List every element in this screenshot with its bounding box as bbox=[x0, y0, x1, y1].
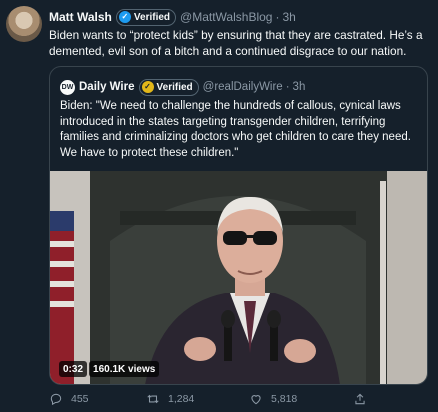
reply-button[interactable]: 455 bbox=[49, 392, 89, 406]
video-views: 160.1K views bbox=[89, 361, 160, 377]
tweet-header: Matt Walsh ✓ Verified @MattWalshBlog · 3… bbox=[49, 8, 296, 26]
verified-check-icon: ✓ bbox=[141, 81, 154, 93]
quoted-tweet[interactable]: DW Daily Wire ✓ Verified @realDailyWire … bbox=[49, 66, 428, 385]
verified-badge[interactable]: ✓ Verified bbox=[115, 8, 177, 26]
reply-icon bbox=[50, 393, 62, 406]
tweet-text: Biden wants to “protect kids” by ensurin… bbox=[49, 28, 423, 58]
video-thumbnail bbox=[50, 171, 427, 384]
author-handle[interactable]: @MattWalshBlog bbox=[180, 10, 272, 24]
retweet-icon bbox=[147, 394, 159, 404]
tweet[interactable]: Matt Walsh ✓ Verified @MattWalshBlog · 3… bbox=[0, 0, 438, 412]
tweet-actions: 455 1,284 5,818 bbox=[49, 392, 429, 408]
share-button[interactable] bbox=[353, 392, 367, 406]
quoted-tweet-time: 3h bbox=[292, 81, 306, 93]
quoted-tweet-text: Biden: "We need to challenge the hundred… bbox=[60, 100, 411, 159]
like-count: 5,818 bbox=[271, 393, 298, 405]
reply-count: 455 bbox=[71, 393, 89, 405]
avatar[interactable] bbox=[6, 6, 42, 42]
video-overlay: 0:32 160.1K views bbox=[59, 361, 160, 377]
author-name[interactable]: Matt Walsh bbox=[49, 10, 112, 24]
video-duration: 0:32 bbox=[59, 361, 88, 377]
like-button[interactable]: 5,818 bbox=[249, 392, 297, 406]
quoted-verified-badge: ✓ Verified bbox=[138, 78, 199, 96]
quoted-author-name: Daily Wire bbox=[79, 81, 135, 93]
quoted-author-handle: @realDailyWire bbox=[202, 81, 283, 93]
video-player[interactable]: 0:32 160.1K views bbox=[50, 171, 427, 384]
daily-wire-logo-avatar: DW bbox=[60, 79, 75, 95]
heart-icon bbox=[251, 395, 261, 405]
quoted-tweet-header: DW Daily Wire ✓ Verified @realDailyWire … bbox=[60, 78, 305, 96]
tweet-time[interactable]: 3h bbox=[282, 10, 295, 24]
retweet-button[interactable]: 1,284 bbox=[146, 392, 194, 406]
quoted-verified-label: Verified bbox=[156, 81, 193, 93]
retweet-count: 1,284 bbox=[168, 393, 195, 405]
verified-label: Verified bbox=[133, 11, 171, 23]
verified-check-icon: ✓ bbox=[118, 11, 131, 23]
share-icon bbox=[355, 393, 365, 405]
separator-dot: · bbox=[285, 81, 290, 93]
separator-dot: · bbox=[275, 10, 280, 24]
